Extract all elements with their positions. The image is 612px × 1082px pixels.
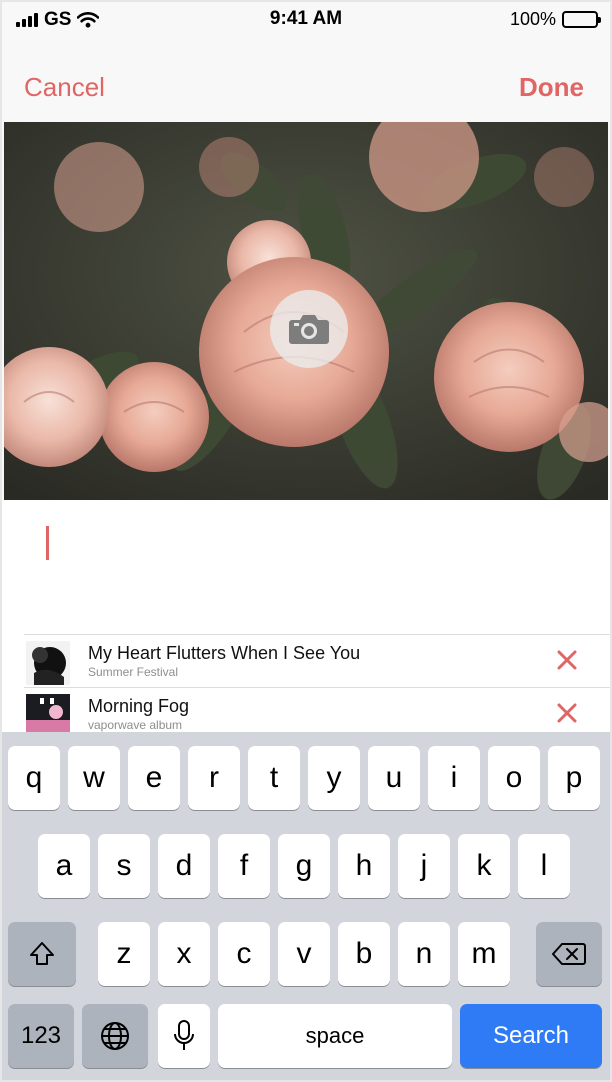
track-subtitle: Summer Festival xyxy=(88,665,179,679)
key-p[interactable]: p xyxy=(548,746,600,810)
remove-track-button[interactable] xyxy=(554,647,580,673)
shift-icon xyxy=(30,942,54,965)
shift-key[interactable] xyxy=(8,922,76,986)
key-i[interactable]: i xyxy=(428,746,480,810)
microphone-key[interactable] xyxy=(158,1004,210,1068)
key-v[interactable]: v xyxy=(278,922,330,986)
track-title: Morning Fog xyxy=(88,696,190,716)
cancel-button[interactable]: Cancel xyxy=(24,72,105,103)
key-f[interactable]: f xyxy=(218,834,270,898)
key-n[interactable]: n xyxy=(398,922,450,986)
key-z[interactable]: z xyxy=(98,922,150,986)
screen: GS 9:41 AM 100% Cancel Done My Heart Flu… xyxy=(0,0,612,1082)
globe-key[interactable] xyxy=(82,1004,148,1068)
key-o[interactable]: o xyxy=(488,746,540,810)
keyboard: q w e r t y u i o p a s d f g h j k l z … xyxy=(2,732,610,1080)
close-icon xyxy=(557,703,577,723)
key-r[interactable]: r xyxy=(188,746,240,810)
key-y[interactable]: y xyxy=(308,746,360,810)
key-h[interactable]: h xyxy=(338,834,390,898)
key-d[interactable]: d xyxy=(158,834,210,898)
album-art xyxy=(26,641,70,685)
key-c[interactable]: c xyxy=(218,922,270,986)
microphone-icon xyxy=(174,1020,194,1050)
key-u[interactable]: u xyxy=(368,746,420,810)
album-art xyxy=(26,694,70,732)
track-subtitle: vaporwave album xyxy=(88,718,183,732)
key-q[interactable]: q xyxy=(8,746,60,810)
key-e[interactable]: e xyxy=(128,746,180,810)
key-k[interactable]: k xyxy=(458,834,510,898)
done-button[interactable]: Done xyxy=(519,72,584,103)
close-icon xyxy=(557,650,577,670)
track-list: My Heart Flutters When I See You Summer … xyxy=(2,634,610,732)
globe-icon xyxy=(101,1022,129,1050)
cover-photo[interactable] xyxy=(4,122,608,500)
battery-percent: 100% xyxy=(509,9,556,29)
key-s[interactable]: s xyxy=(98,834,150,898)
key-b[interactable]: b xyxy=(338,922,390,986)
key-l[interactable]: l xyxy=(518,834,570,898)
key-w[interactable]: w xyxy=(68,746,120,810)
status-right: 100% xyxy=(509,9,601,30)
change-photo-button[interactable] xyxy=(270,290,348,368)
key-m[interactable]: m xyxy=(458,922,510,986)
key-x[interactable]: x xyxy=(158,922,210,986)
remove-track-button[interactable] xyxy=(554,700,580,726)
key-a[interactable]: a xyxy=(38,834,90,898)
track-row[interactable]: Morning Fog vaporwave album xyxy=(24,687,610,732)
key-j[interactable]: j xyxy=(398,834,450,898)
delete-key[interactable] xyxy=(536,922,602,986)
numbers-key[interactable]: 123 xyxy=(8,1004,74,1068)
key-g[interactable]: g xyxy=(278,834,330,898)
search-key[interactable]: Search xyxy=(460,1004,602,1068)
camera-icon xyxy=(289,315,329,344)
track-row[interactable]: My Heart Flutters When I See You Summer … xyxy=(24,634,610,687)
nav-bar: Cancel Done xyxy=(2,62,610,112)
battery-icon xyxy=(562,11,601,28)
text-editor[interactable] xyxy=(2,500,610,634)
text-caret xyxy=(46,526,49,560)
track-title: My Heart Flutters When I See You xyxy=(88,643,361,663)
space-key[interactable]: space xyxy=(218,1004,452,1068)
backspace-icon xyxy=(552,943,586,965)
key-t[interactable]: t xyxy=(248,746,300,810)
status-bar: GS 9:41 AM 100% xyxy=(2,2,610,38)
